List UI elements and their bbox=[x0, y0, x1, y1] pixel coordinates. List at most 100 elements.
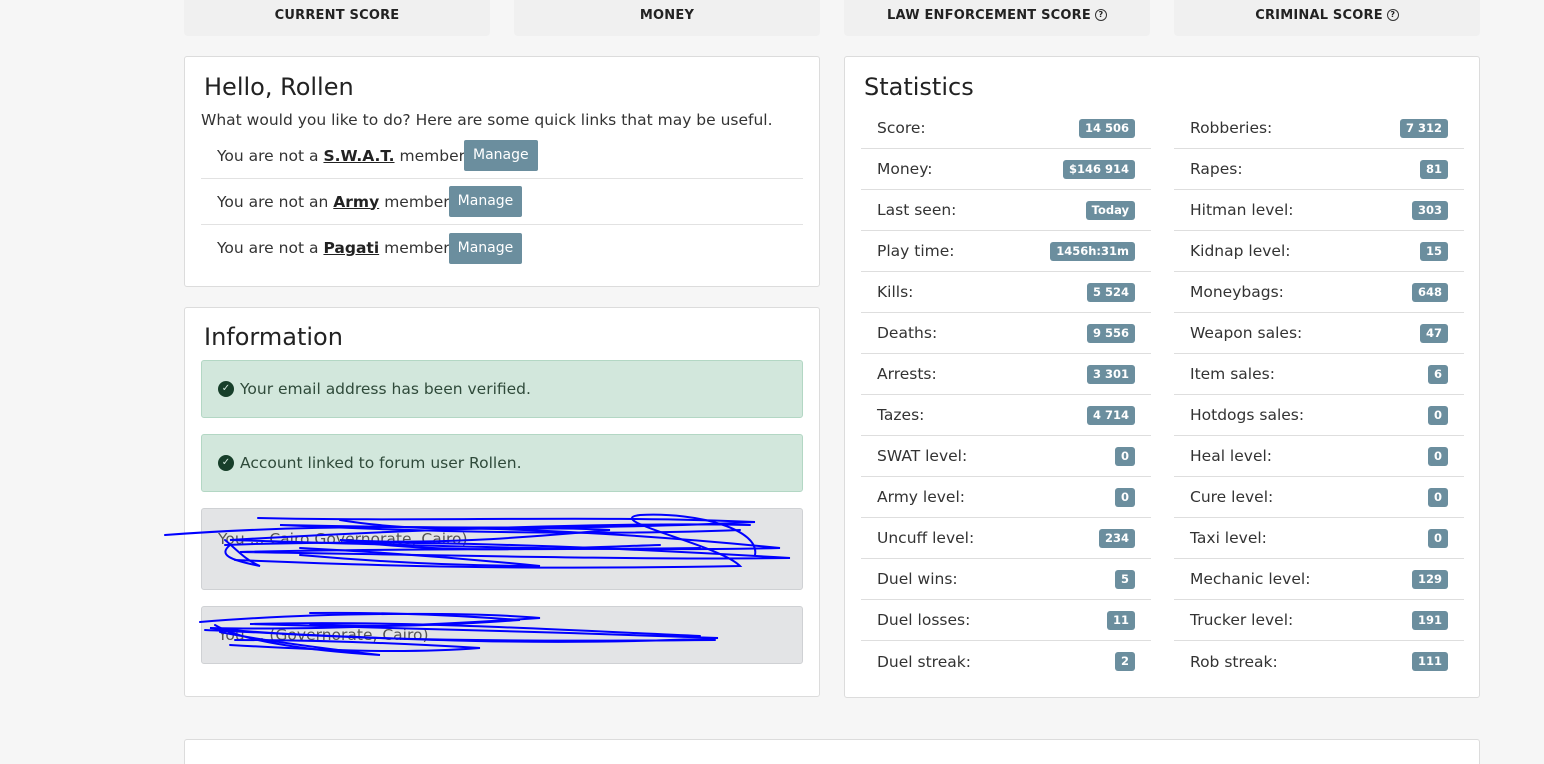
alert-text: Your email address has been verified. bbox=[240, 380, 531, 398]
stat-label: Rob streak: bbox=[1190, 652, 1278, 671]
hello-intro: What would you like to do? Here are some… bbox=[201, 111, 773, 129]
stat-value-badge: 9 556 bbox=[1086, 323, 1135, 343]
stat-label: Taxi level: bbox=[1190, 529, 1267, 547]
stat-value-badge: 111 bbox=[1411, 652, 1448, 671]
manage-swat-button[interactable]: Manage bbox=[464, 140, 538, 171]
check-circle-icon: ✓ bbox=[218, 455, 234, 471]
manage-pagati-button[interactable]: Manage bbox=[448, 232, 523, 264]
stat-value-badge: 7 312 bbox=[1399, 118, 1448, 138]
stat-label: Money: bbox=[877, 160, 933, 178]
stat-row: Army level: 0 bbox=[861, 477, 1151, 518]
stat-row: Cure level: 0 bbox=[1174, 477, 1464, 518]
stat-value-badge: 0 bbox=[1427, 446, 1448, 466]
stat-label: Duel losses: bbox=[877, 611, 971, 629]
group-link-army[interactable]: Army bbox=[333, 193, 379, 211]
score-card-law-enforcement: LAW ENFORCEMENT SCORE ? bbox=[844, 0, 1150, 36]
stat-label: Duel streak: bbox=[877, 652, 971, 671]
stat-value-badge: 2 bbox=[1114, 652, 1135, 671]
stat-value-badge: 648 bbox=[1411, 282, 1448, 302]
stat-row: Rapes: 81 bbox=[1174, 149, 1464, 190]
stat-row: Rob streak: 111 bbox=[1174, 641, 1464, 682]
stat-label: Last seen: bbox=[877, 201, 957, 219]
stat-label: Tazes: bbox=[877, 406, 925, 424]
stat-value-badge: 303 bbox=[1411, 200, 1448, 220]
membership-prefix: You are not an bbox=[217, 192, 329, 211]
stat-label: Kills: bbox=[877, 283, 914, 301]
stat-row: Hotdogs sales: 0 bbox=[1174, 395, 1464, 436]
hello-title: Hello, Rollen bbox=[204, 73, 354, 101]
stat-row: Weapon sales: 47 bbox=[1174, 313, 1464, 354]
stat-label: Deaths: bbox=[877, 324, 938, 342]
stat-row: Uncuff level: 234 bbox=[861, 518, 1151, 559]
group-link-pagati[interactable]: Pagati bbox=[323, 239, 379, 257]
stat-value-badge: 0 bbox=[1427, 487, 1448, 507]
stat-row: Duel wins: 5 bbox=[861, 559, 1151, 600]
statistics-panel: Statistics Score: 14 506 Money: $146 914 Las… bbox=[844, 56, 1480, 698]
membership-prefix: You are not a bbox=[217, 239, 319, 257]
stat-row: Heal level: 0 bbox=[1174, 436, 1464, 477]
stat-label: Mechanic level: bbox=[1190, 570, 1311, 588]
stat-label: Moneybags: bbox=[1190, 283, 1284, 301]
score-card-current: CURRENT SCORE bbox=[184, 0, 490, 36]
stat-label: Robberies: bbox=[1190, 119, 1273, 137]
alert-text: You ... (Governorate, Cairo) bbox=[218, 626, 429, 644]
group-link-swat[interactable]: S.W.A.T. bbox=[323, 147, 394, 165]
alert-email-verified: ✓ Your email address has been verified. bbox=[201, 360, 803, 418]
membership-suffix: member bbox=[384, 239, 450, 257]
membership-prefix: You are not a bbox=[217, 146, 319, 165]
stat-row: Last seen: Today bbox=[861, 190, 1151, 231]
membership-suffix: member bbox=[384, 192, 450, 211]
stat-label: Score: bbox=[877, 119, 926, 137]
alert-forum-linked: ✓ Account linked to forum user Rollen. bbox=[201, 434, 803, 492]
stat-label: Duel wins: bbox=[877, 570, 958, 588]
stat-row: Score: 14 506 bbox=[861, 108, 1151, 149]
score-card-label: CRIMINAL SCORE bbox=[1255, 7, 1383, 23]
stat-label: Army level: bbox=[877, 488, 965, 506]
stat-value-badge: 15 bbox=[1419, 241, 1448, 261]
stat-value-badge: 191 bbox=[1411, 610, 1448, 630]
check-circle-icon: ✓ bbox=[218, 381, 234, 397]
stat-value-badge: 129 bbox=[1411, 569, 1448, 589]
stat-row: Item sales: 6 bbox=[1174, 354, 1464, 395]
stat-value-badge: 47 bbox=[1419, 323, 1448, 343]
stat-label: Cure level: bbox=[1190, 488, 1274, 506]
stat-row: Robberies: 7 312 bbox=[1174, 108, 1464, 149]
stat-value-badge: 6 bbox=[1427, 364, 1448, 384]
stat-row: Mechanic level: 129 bbox=[1174, 559, 1464, 600]
score-card-label: LAW ENFORCEMENT SCORE bbox=[887, 7, 1091, 23]
stat-value-badge: 5 bbox=[1114, 569, 1135, 589]
help-icon[interactable]: ? bbox=[1386, 9, 1399, 21]
stat-row: Deaths: 9 556 bbox=[861, 313, 1151, 354]
stat-value-badge: 14 506 bbox=[1078, 118, 1135, 138]
stat-value-badge: 3 301 bbox=[1086, 364, 1135, 384]
stat-row: Trucker level: 191 bbox=[1174, 600, 1464, 641]
hello-panel: Hello, Rollen What would you like to do?… bbox=[184, 56, 820, 287]
membership-row-swat: You are not a S.W.A.T. member Manage bbox=[201, 133, 803, 179]
membership-row-pagati: You are not a Pagati member Manage bbox=[201, 225, 803, 271]
stat-label: Weapon sales: bbox=[1190, 324, 1303, 342]
stat-value-badge: 0 bbox=[1114, 487, 1135, 507]
stat-value-badge: 1456h:31m bbox=[1050, 241, 1135, 261]
manage-army-button[interactable]: Manage bbox=[448, 186, 523, 217]
bottom-panel bbox=[184, 739, 1480, 764]
stat-value-badge: Today bbox=[1085, 200, 1135, 220]
stat-label: Rapes: bbox=[1190, 160, 1243, 178]
score-card-label: CURRENT SCORE bbox=[274, 7, 400, 23]
membership-row-army: You are not an Army member Manage bbox=[201, 179, 803, 225]
stat-label: Uncuff level: bbox=[877, 529, 975, 547]
stat-row: Taxi level: 0 bbox=[1174, 518, 1464, 559]
alert-location-1: You ... Cairo Governorate, Cairo) bbox=[201, 508, 803, 590]
stat-value-badge: 11 bbox=[1106, 610, 1135, 630]
stat-value-badge: 4 714 bbox=[1086, 405, 1135, 425]
stat-row: Tazes: 4 714 bbox=[861, 395, 1151, 436]
stat-label: Arrests: bbox=[877, 365, 937, 383]
stat-row: Play time: 1456h:31m bbox=[861, 231, 1151, 272]
alert-location-2: You ... (Governorate, Cairo) bbox=[201, 606, 803, 664]
stat-value-badge: 81 bbox=[1419, 159, 1448, 179]
help-icon[interactable]: ? bbox=[1094, 9, 1107, 21]
stat-row: Money: $146 914 bbox=[861, 149, 1151, 190]
stat-value-badge: 0 bbox=[1427, 405, 1448, 425]
stat-label: Play time: bbox=[877, 242, 955, 260]
stat-label: Item sales: bbox=[1190, 365, 1275, 383]
score-card-money: MONEY bbox=[514, 0, 820, 36]
